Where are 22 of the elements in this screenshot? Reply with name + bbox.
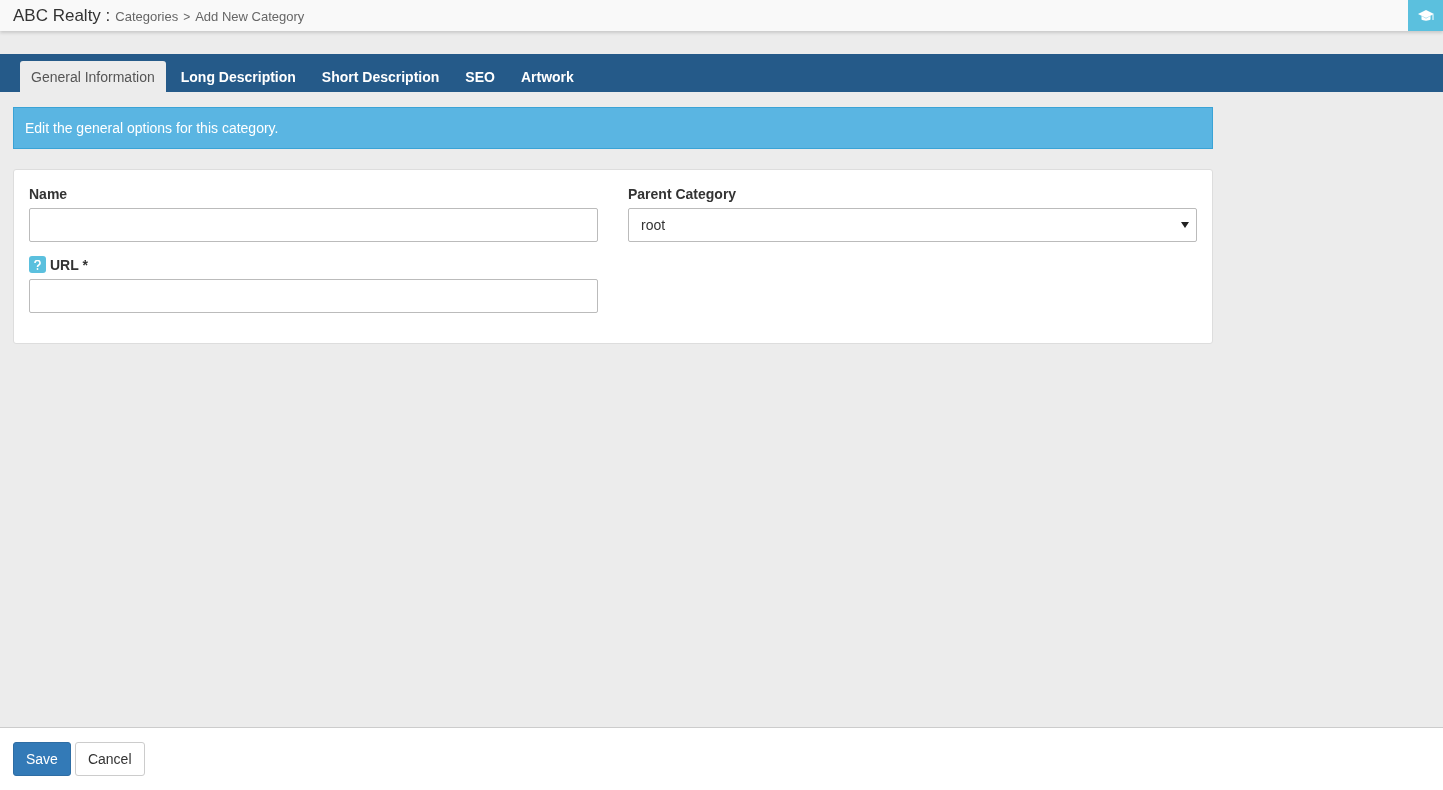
info-alert: Edit the general options for this category. — [13, 107, 1213, 149]
breadcrumb-separator: > — [183, 9, 191, 24]
tab[interactable]: Long Description — [169, 61, 307, 92]
field-label: Parent Category — [628, 186, 737, 202]
select-field[interactable]: root — [628, 208, 1197, 242]
breadcrumb-item[interactable]: Categories — [115, 8, 179, 24]
tab[interactable]: Artwork — [509, 61, 585, 92]
save-button[interactable]: Save — [13, 742, 71, 776]
text-field[interactable] — [29, 208, 598, 242]
caret-icon — [1181, 222, 1189, 228]
breadcrumb-item: Add New Category — [195, 8, 305, 24]
tab[interactable]: Short Description — [310, 61, 451, 92]
graduation-cap-icon — [1417, 9, 1434, 22]
graduation-cap-button[interactable] — [1408, 0, 1443, 31]
tab[interactable]: General Information — [20, 61, 166, 92]
text-field[interactable] — [29, 279, 598, 313]
tab[interactable]: SEO — [454, 61, 506, 92]
help-icon[interactable] — [29, 256, 46, 273]
app-title: ABC Realty : — [13, 5, 111, 26]
field-label: URL * — [50, 256, 88, 273]
field-label: Name — [29, 186, 68, 202]
cancel-button[interactable]: Cancel — [74, 742, 145, 776]
